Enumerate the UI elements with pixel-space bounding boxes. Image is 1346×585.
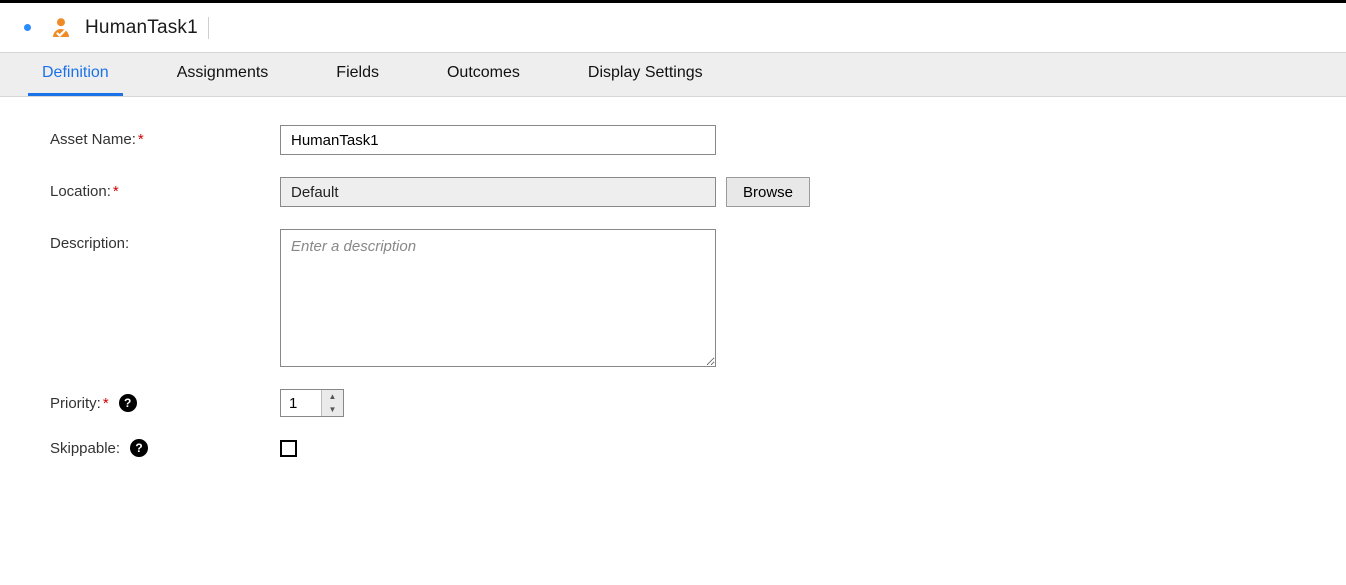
priority-label-text: Priority: xyxy=(50,395,101,412)
label-skippable: Skippable: ? xyxy=(50,439,280,457)
tab-display-settings[interactable]: Display Settings xyxy=(574,53,717,96)
required-mark: * xyxy=(113,183,119,200)
row-skippable: Skippable: ? xyxy=(50,439,1346,457)
skippable-label-text: Skippable: xyxy=(50,440,120,457)
description-label-text: Description: xyxy=(50,235,129,252)
location-input[interactable] xyxy=(280,177,716,207)
tab-outcomes[interactable]: Outcomes xyxy=(433,53,534,96)
required-mark: * xyxy=(103,395,109,412)
priority-stepper[interactable]: ▲ ▼ xyxy=(280,389,344,417)
row-priority: Priority: * ? ▲ ▼ xyxy=(50,389,1346,417)
description-textarea[interactable] xyxy=(280,229,716,367)
tab-definition[interactable]: Definition xyxy=(28,53,123,96)
form-panel: Asset Name: * Location: * Browse Descrip… xyxy=(0,97,1346,585)
label-asset-name: Asset Name: * xyxy=(50,125,280,148)
asset-name-label-text: Asset Name: xyxy=(50,131,136,148)
priority-input[interactable] xyxy=(281,390,321,416)
priority-step-down[interactable]: ▼ xyxy=(322,403,343,416)
asset-name-input[interactable] xyxy=(280,125,716,155)
row-description: Description: xyxy=(50,229,1346,367)
page-title: HumanTask1 xyxy=(85,17,198,39)
label-description: Description: xyxy=(50,229,280,252)
location-label-text: Location: xyxy=(50,183,111,200)
label-priority: Priority: * ? xyxy=(50,394,280,412)
help-icon[interactable]: ? xyxy=(119,394,137,412)
row-location: Location: * Browse xyxy=(50,177,1346,207)
required-mark: * xyxy=(138,131,144,148)
browse-button[interactable]: Browse xyxy=(726,177,810,207)
modified-indicator-icon xyxy=(24,24,31,31)
tab-fields[interactable]: Fields xyxy=(322,53,393,96)
skippable-checkbox[interactable] xyxy=(280,440,297,457)
human-task-icon xyxy=(49,16,73,40)
label-location: Location: * xyxy=(50,177,280,200)
title-divider xyxy=(208,17,209,39)
help-icon[interactable]: ? xyxy=(130,439,148,457)
tab-bar: Definition Assignments Fields Outcomes D… xyxy=(0,53,1346,97)
priority-stepper-buttons: ▲ ▼ xyxy=(321,390,343,416)
row-asset-name: Asset Name: * xyxy=(50,125,1346,155)
priority-step-up[interactable]: ▲ xyxy=(322,390,343,403)
header-bar: HumanTask1 xyxy=(0,0,1346,53)
tab-assignments[interactable]: Assignments xyxy=(163,53,283,96)
